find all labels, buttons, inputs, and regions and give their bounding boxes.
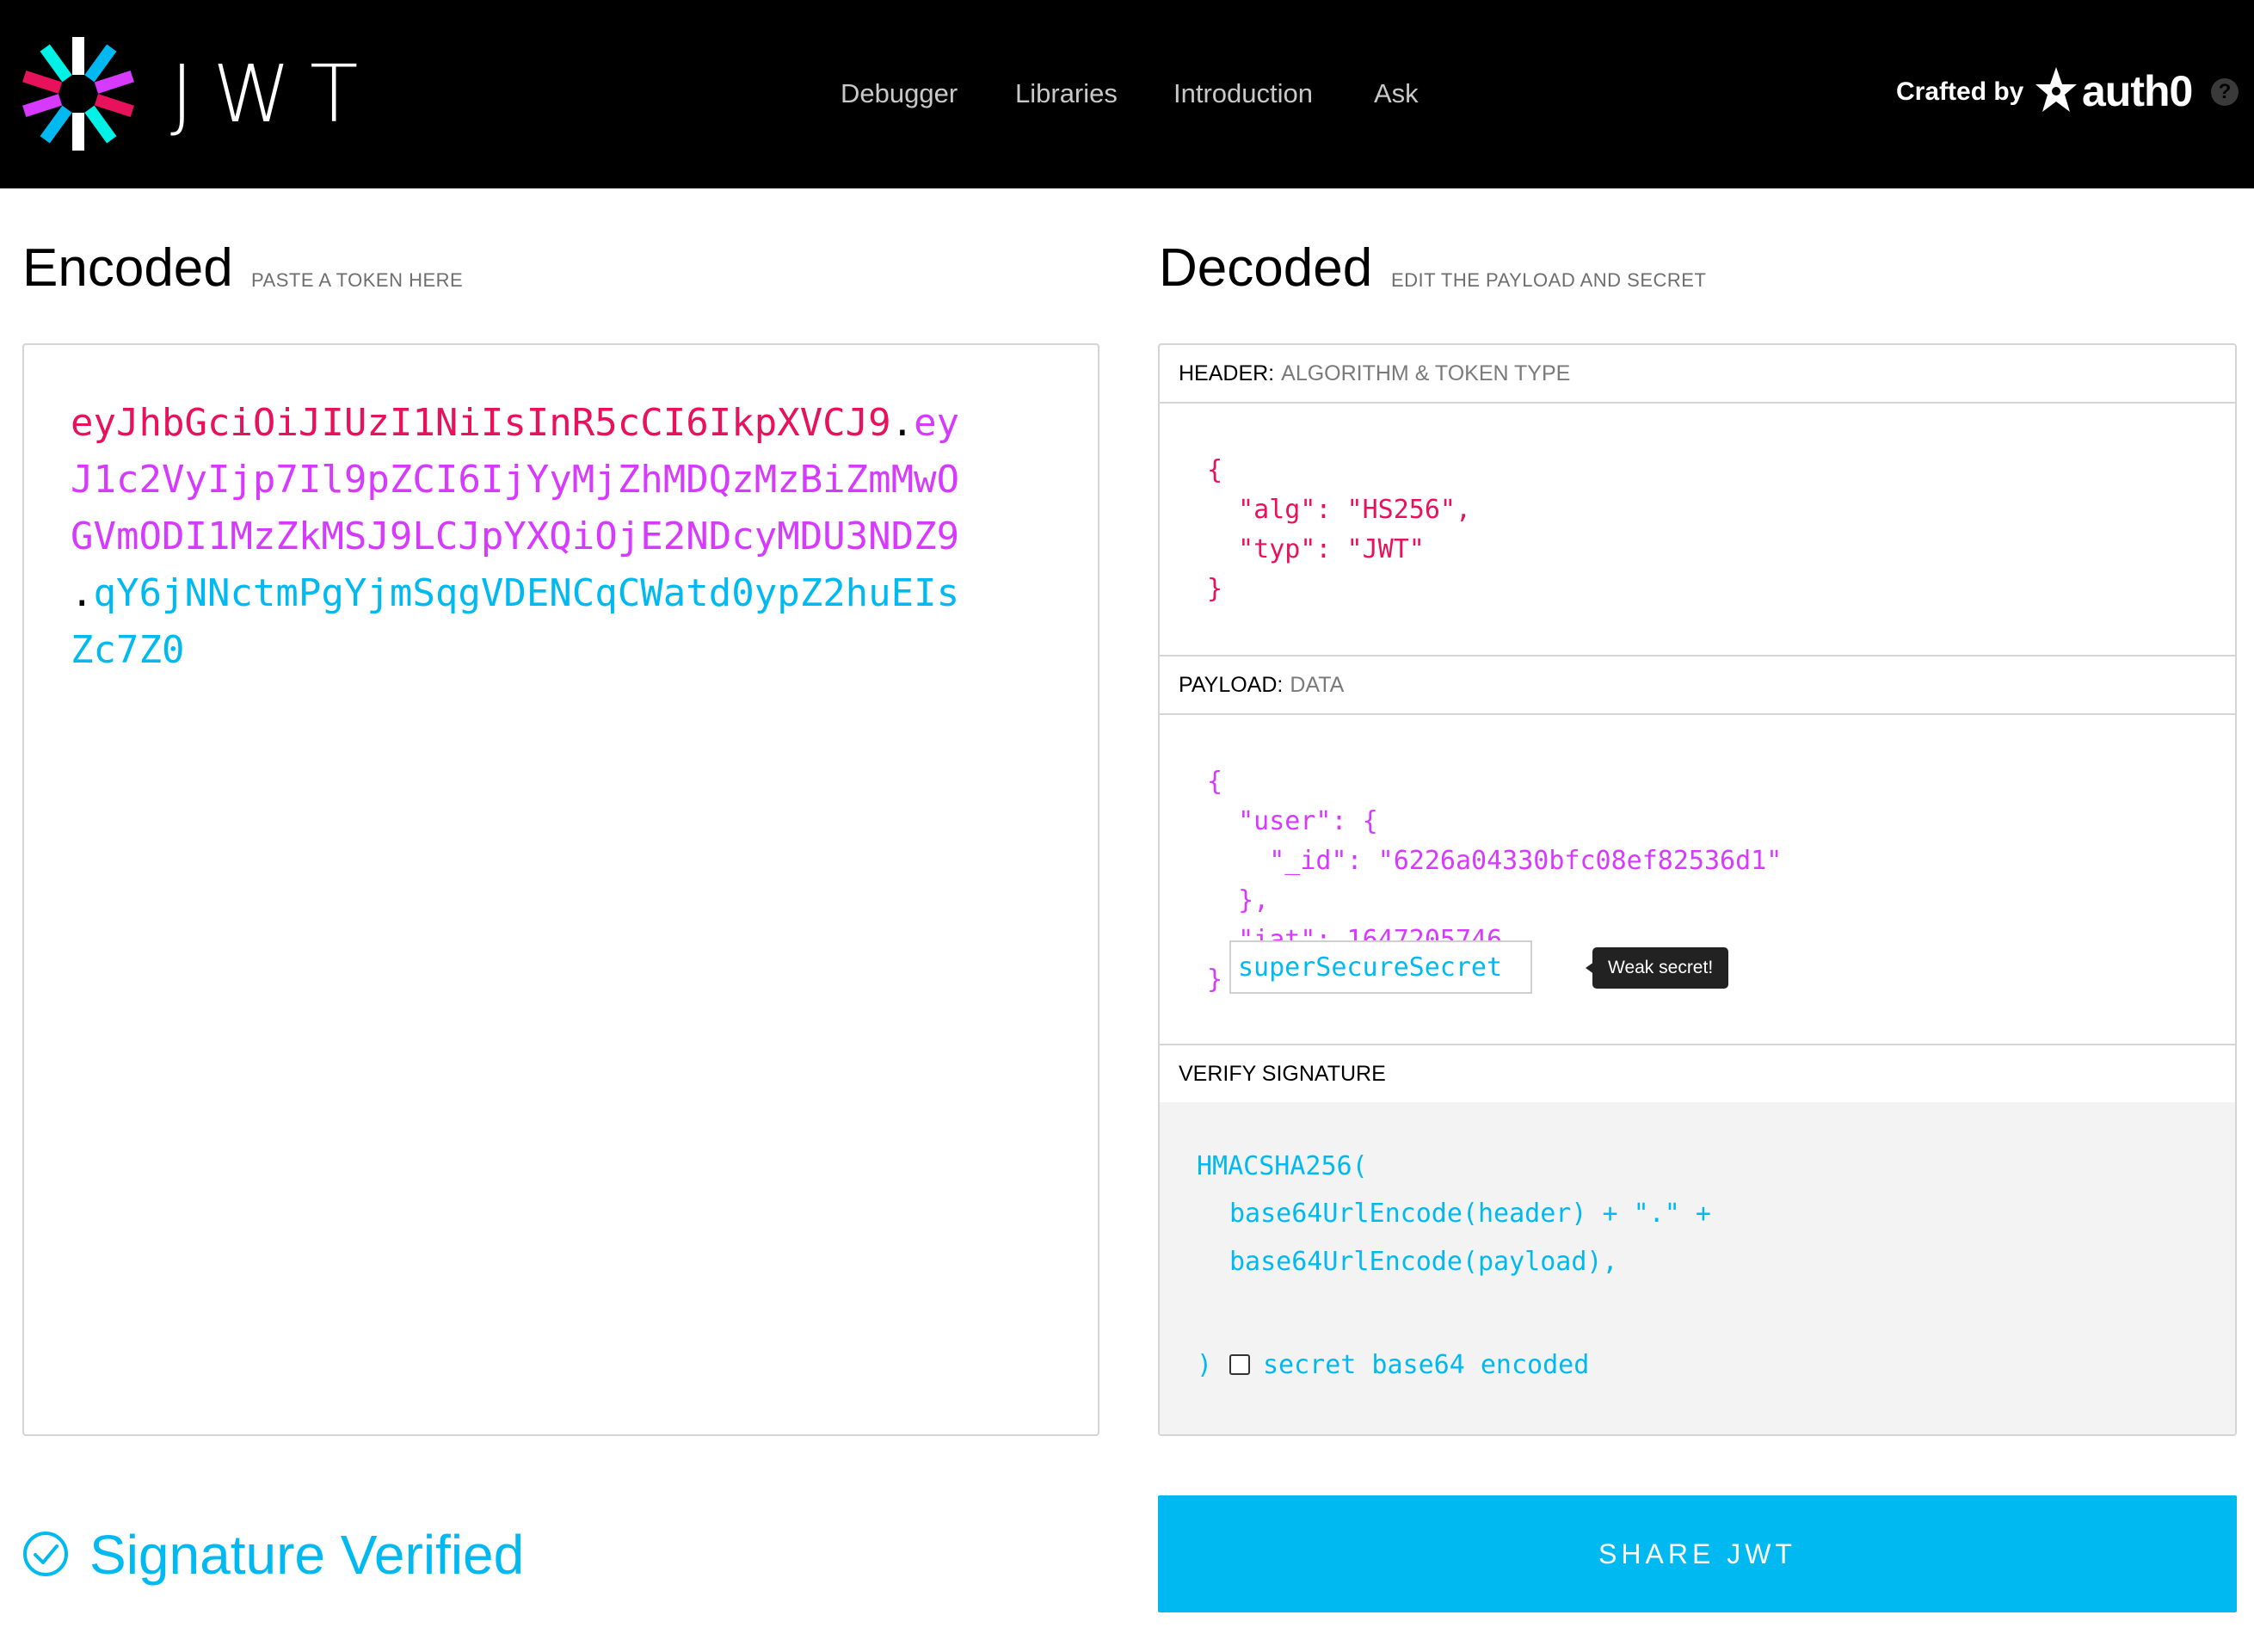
payload-json-line: },: [1207, 885, 1270, 915]
token-line: .qY6jNNctmPgYjmSqgVDENCqCWatd0ypZ2huEIs: [71, 565, 959, 622]
verify-arg-payload: base64UrlEncode(payload),: [1229, 1247, 1618, 1277]
payload-json-line: "user": {: [1207, 806, 1378, 836]
nav-introduction[interactable]: Introduction: [1173, 72, 1313, 115]
token-signature-part: qY6jNNctmPgYjmSqgVDENCqCWatd0ypZ2huEIs: [93, 571, 960, 615]
header-section-label: HEADER:: [1179, 361, 1275, 385]
encoded-token-textarea[interactable]: eyJhbGciOiJIUzI1NiIsInR5cCI6IkpXVCJ9.ey …: [22, 343, 1099, 1436]
token-separator: .: [890, 401, 915, 445]
payload-section-desc: DATA: [1290, 673, 1345, 697]
token-line: eyJhbGciOiJIUzI1NiIsInR5cCI6IkpXVCJ9.ey: [71, 395, 959, 452]
header-json-line: }: [1207, 574, 1223, 604]
header-json-line: {: [1207, 455, 1223, 485]
header-json-line: "alg": "HS256",: [1207, 495, 1472, 525]
auth0-brand-text[interactable]: auth0: [2082, 64, 2193, 119]
weak-secret-tooltip: Weak secret!: [1592, 947, 1729, 989]
encoded-title: Encoded: [22, 238, 233, 298]
token-payload-part: J1c2VyIjp7Il9pZCI6IjYyMjZhMDQzMzBiZmMwO: [71, 458, 960, 502]
top-navbar: JWT Debugger Libraries Introduction Ask …: [0, 0, 2254, 188]
header-section-desc: ALGORITHM & TOKEN TYPE: [1281, 361, 1571, 385]
payload-json-line: }: [1207, 965, 1223, 995]
encoded-subtitle: PASTE A TOKEN HERE: [251, 269, 464, 291]
header-section-title: HEADER: ALGORITHM & TOKEN TYPE: [1160, 345, 2235, 404]
share-jwt-button[interactable]: SHARE JWT: [1158, 1495, 2237, 1612]
crafted-by-label: Crafted by: [1896, 77, 2024, 106]
token-header-part: eyJhbGciOiJIUzI1NiIsInR5cCI6IkpXVCJ9: [71, 401, 891, 445]
nav-ask[interactable]: Ask: [1374, 72, 1419, 115]
token-signature-part: Zc7Z0: [71, 628, 185, 672]
signature-status: Signature Verified: [89, 1524, 525, 1586]
jwt-logo-icon[interactable]: [21, 36, 136, 151]
decoded-title: Decoded: [1159, 238, 1373, 298]
logo-text[interactable]: JWT: [170, 47, 377, 142]
payload-section-title: PAYLOAD: DATA: [1160, 656, 2235, 715]
payload-json-line: "_id": "6226a04330bfc08ef82536d1": [1207, 846, 1783, 876]
payload-section-label: PAYLOAD:: [1179, 673, 1284, 697]
verify-section-title: VERIFY SIGNATURE: [1160, 1045, 2235, 1104]
verify-fn-name: HMACSHA256(: [1197, 1151, 1368, 1181]
token-separator: .: [71, 571, 94, 615]
secret-input[interactable]: [1229, 940, 1532, 994]
check-circle-icon: [23, 1532, 68, 1576]
base64-encoded-label[interactable]: secret base64 encoded: [1263, 1348, 1589, 1383]
nav-libraries[interactable]: Libraries: [1015, 72, 1118, 115]
verify-arg-header: base64UrlEncode(header) + "." +: [1229, 1199, 1711, 1229]
base64-encoded-checkbox[interactable]: [1229, 1354, 1250, 1375]
verify-close-paren: ): [1197, 1350, 1213, 1380]
help-icon[interactable]: ?: [2211, 78, 2239, 106]
auth0-shield-icon[interactable]: [2034, 65, 2078, 115]
decoded-subtitle: EDIT THE PAYLOAD AND SECRET: [1391, 269, 1707, 291]
token-payload-part: GVmODI1MzZkMSJ9LCJpYXQiOjE2NDcyMDU3NDZ9: [71, 515, 960, 558]
payload-json-line: {: [1207, 767, 1223, 797]
token-payload-part: ey: [914, 401, 960, 445]
verify-section-label: VERIFY SIGNATURE: [1179, 1062, 1386, 1086]
header-json-line: "typ": "JWT": [1207, 534, 1425, 564]
nav-debugger[interactable]: Debugger: [841, 72, 958, 115]
